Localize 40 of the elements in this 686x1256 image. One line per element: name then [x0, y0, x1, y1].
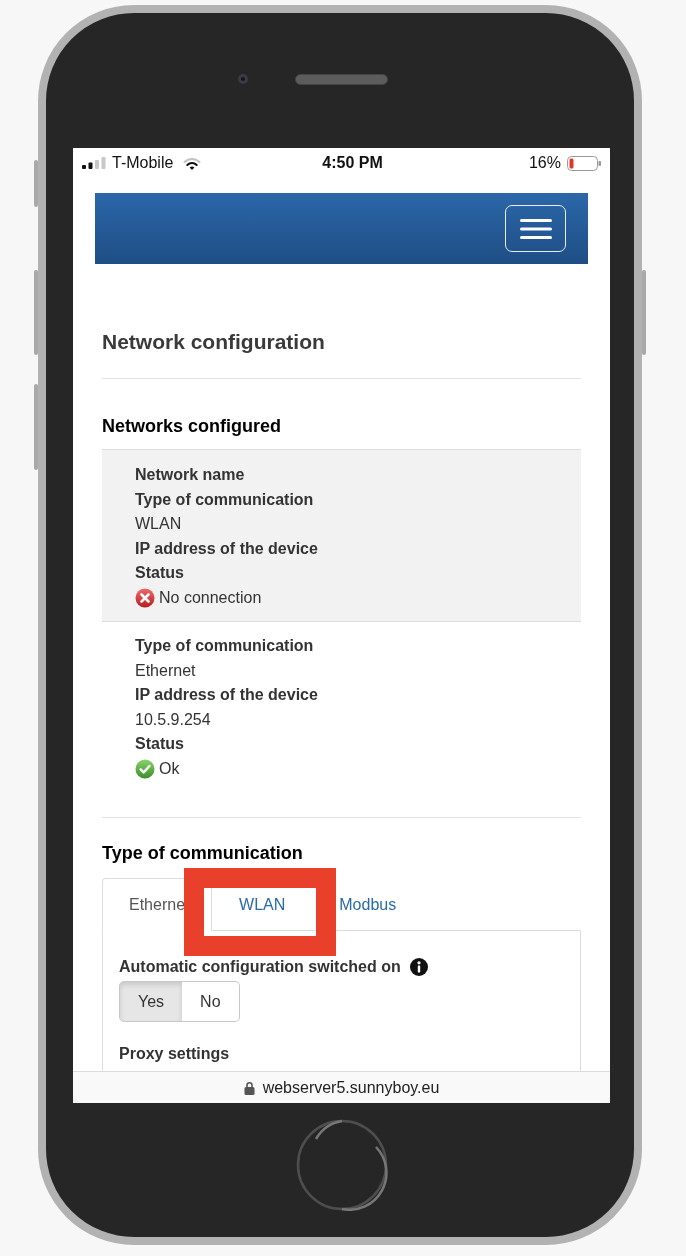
field-label: IP address of the device	[135, 686, 318, 703]
field-label: Type of communication	[135, 490, 314, 508]
info-icon	[409, 957, 428, 976]
tab[interactable]: WLAN	[212, 878, 313, 932]
field-label: Status	[135, 735, 184, 752]
battery-icon	[567, 155, 601, 171]
volume-button[interactable]	[34, 270, 38, 355]
field-value: Ethernet	[135, 661, 196, 679]
network-list-item[interactable]: Type of communication Ethernet IP address of the device 10.5.9.254 Status Ok	[102, 622, 581, 792]
home-button[interactable]	[295, 1119, 388, 1211]
menu-button[interactable]	[505, 205, 566, 252]
option-label: Automatic configuration switched on	[119, 957, 401, 977]
signal-icon	[82, 157, 106, 169]
url-text[interactable]: webserver5.sunnyboy.eu	[262, 1075, 440, 1100]
power-button[interactable]	[642, 270, 646, 355]
proxy-settings-label: Proxy settings	[119, 1045, 230, 1063]
section-title: Type of communication	[102, 842, 304, 864]
field-value: 10.5.9.254	[135, 710, 211, 728]
side-button[interactable]	[34, 160, 38, 207]
option-button[interactable]: Yes	[119, 981, 184, 1023]
field-value: WLAN	[135, 515, 182, 532]
wifi-icon	[183, 156, 202, 170]
carrier-name: T-Mobile	[112, 153, 174, 173]
option-button[interactable]: No	[182, 981, 240, 1023]
status-text: Ok	[159, 758, 180, 779]
volume-button[interactable]	[34, 384, 38, 470]
tab[interactable]: Modbus	[312, 878, 424, 932]
section-title: Networks configured	[102, 415, 283, 437]
field-label: Status	[135, 564, 184, 581]
menu-icon	[519, 218, 552, 239]
status-text: No connection	[159, 587, 262, 608]
front-camera-icon	[238, 74, 248, 84]
network-list-item[interactable]: Network name Type of communication WLAN IP address of the device Status No connection	[102, 449, 581, 622]
field-label: Type of communication	[135, 637, 314, 654]
clock-time: 4:50 PM	[322, 153, 383, 173]
field-label: Network name	[135, 466, 245, 483]
earpiece-speaker-icon	[295, 74, 388, 85]
field-label: IP address of the device	[135, 539, 318, 557]
battery-percentage: 16%	[528, 153, 561, 173]
page-title: Network configuration	[102, 329, 326, 354]
